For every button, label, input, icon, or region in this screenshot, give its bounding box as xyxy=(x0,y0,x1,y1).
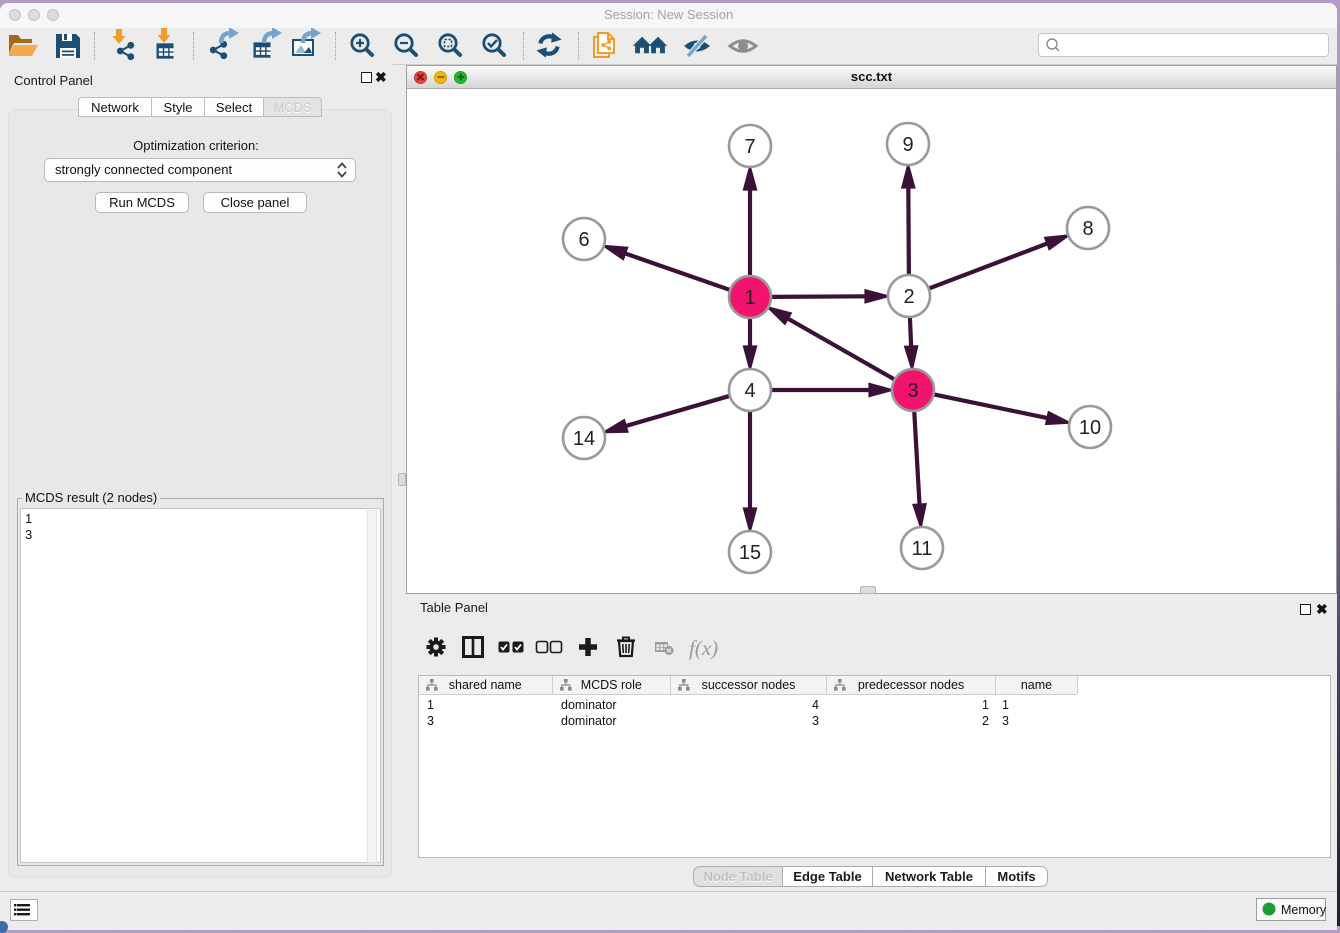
svg-text:4: 4 xyxy=(744,380,755,402)
svg-text:8: 8 xyxy=(1082,218,1093,240)
svg-text:2: 2 xyxy=(903,286,914,308)
svg-text:3: 3 xyxy=(907,380,918,402)
svg-text:14: 14 xyxy=(573,428,595,450)
svg-text:11: 11 xyxy=(912,538,933,560)
svg-text:6: 6 xyxy=(578,229,589,251)
svg-text:1: 1 xyxy=(744,287,755,309)
svg-text:7: 7 xyxy=(744,136,755,158)
svg-text:15: 15 xyxy=(739,542,761,564)
svg-text:9: 9 xyxy=(902,134,913,156)
svg-text:10: 10 xyxy=(1079,417,1101,439)
